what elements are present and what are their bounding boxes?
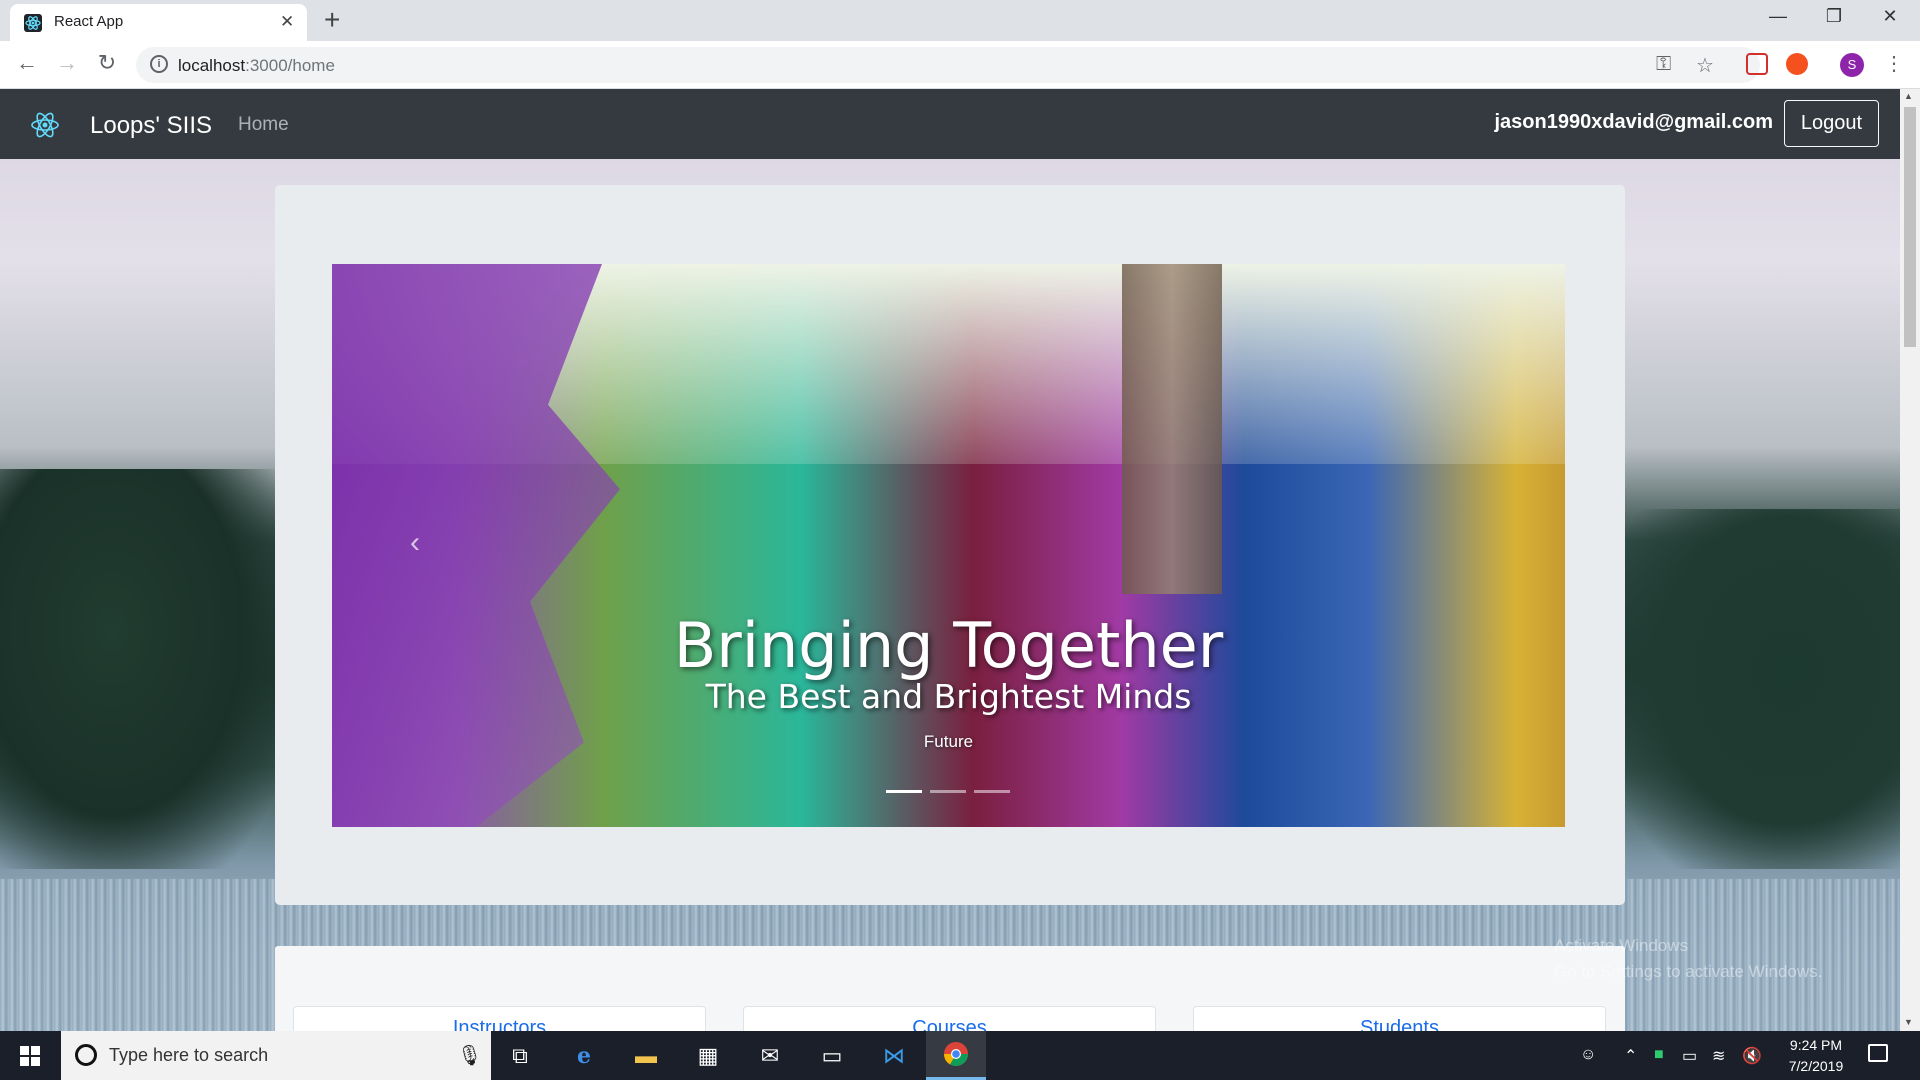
browser-toolbar: ← → ↻ i localhost:3000/home ⚿ ☆ S ⋮ xyxy=(0,41,1920,89)
logout-button[interactable]: Logout xyxy=(1784,100,1879,147)
edge-icon[interactable]: e xyxy=(568,1041,600,1071)
watermark-line-2: Go to Settings to activate Windows. xyxy=(1554,962,1823,981)
card-title: Students xyxy=(1360,1017,1439,1031)
clock-date: 7/2/2019 xyxy=(1788,1058,1844,1074)
carousel-indicator[interactable] xyxy=(974,790,1010,793)
carousel-caption-subtitle: The Best and Brightest Minds xyxy=(705,677,1192,716)
extension-icon[interactable] xyxy=(1786,53,1808,75)
card-instructors[interactable]: Instructors xyxy=(293,1006,706,1031)
user-email: jason1990xdavid@gmail.com xyxy=(1494,111,1773,133)
top-navbar: Loops' SIIS Home jason1990xdavid@gmail.c… xyxy=(0,89,1900,159)
restore-icon[interactable]: ❐ xyxy=(1814,6,1854,27)
people-icon[interactable]: ☺ xyxy=(1580,1046,1596,1064)
tab-close-icon[interactable]: ✕ xyxy=(280,12,294,32)
windows-start-icon[interactable] xyxy=(20,1046,40,1066)
carousel-caption-small: Future xyxy=(923,732,974,751)
nav-link-home[interactable]: Home xyxy=(238,114,289,136)
url-text[interactable]: localhost:3000/home xyxy=(178,56,335,76)
taskbar-search-placeholder: Type here to search xyxy=(109,1045,269,1065)
react-logo-icon[interactable] xyxy=(30,111,60,139)
grammarly-icon[interactable]: ■ xyxy=(1654,1046,1664,1064)
react-favicon-icon xyxy=(24,14,42,32)
address-bar[interactable]: i localhost:3000/home ⚿ ☆ xyxy=(136,47,1760,83)
volume-muted-icon[interactable]: 🔇 xyxy=(1742,1046,1762,1066)
brand-title[interactable]: Loops' SIIS xyxy=(90,112,212,140)
store-icon[interactable]: ▦ xyxy=(692,1041,724,1071)
menu-icon[interactable]: ⋮ xyxy=(1884,51,1904,76)
star-icon[interactable]: ☆ xyxy=(1696,53,1714,78)
carousel-prev-icon[interactable]: ‹ xyxy=(410,526,420,560)
new-tab-button[interactable]: + xyxy=(324,4,340,36)
activate-windows-watermark: Activate Windows Go to Settings to activ… xyxy=(1554,933,1822,985)
file-explorer-icon[interactable]: ▬ xyxy=(630,1041,662,1071)
key-icon[interactable]: ⚿ xyxy=(1656,53,1671,76)
background-forest-right xyxy=(1620,509,1900,869)
hero-jumbotron: ‹ Bringing Together The Best and Brighte… xyxy=(275,185,1625,905)
browser-tab-strip: React App ✕ + — ❐ ✕ xyxy=(0,0,1920,41)
carousel-indicator[interactable] xyxy=(930,790,966,793)
minimize-icon[interactable]: — xyxy=(1758,6,1798,27)
chrome-icon xyxy=(940,1041,972,1071)
windows-taskbar: Type here to search 🎙 ⧉ e ▬ ▦ ✉ ▭ ⋈ ☺ ⌃ … xyxy=(0,1031,1920,1080)
hero-carousel[interactable]: ‹ Bringing Together The Best and Brighte… xyxy=(332,264,1565,827)
battery-icon[interactable]: ▭ xyxy=(1682,1046,1697,1066)
profile-avatar[interactable]: S xyxy=(1840,53,1864,77)
task-view-icon[interactable]: ⧉ xyxy=(504,1041,536,1071)
reload-icon[interactable]: ↻ xyxy=(92,50,122,76)
action-center-icon[interactable] xyxy=(1868,1044,1888,1062)
page-viewport: Loops' SIIS Home jason1990xdavid@gmail.c… xyxy=(0,89,1900,1031)
scroll-thumb[interactable] xyxy=(1904,107,1916,347)
scroll-down-icon[interactable]: ▼ xyxy=(1904,1017,1913,1027)
background-forest-left xyxy=(0,469,280,869)
carousel-indicator[interactable] xyxy=(886,790,922,793)
terminal-icon[interactable]: ▭ xyxy=(816,1041,848,1071)
cortana-icon xyxy=(75,1044,97,1066)
card-students[interactable]: Students xyxy=(1193,1006,1606,1031)
forward-icon[interactable]: → xyxy=(52,50,82,76)
vscode-icon[interactable]: ⋈ xyxy=(878,1041,910,1071)
carousel-caption-title: Bringing Together xyxy=(673,609,1224,682)
card-courses[interactable]: Courses xyxy=(743,1006,1156,1031)
card-title: Instructors xyxy=(452,1017,547,1031)
back-icon[interactable]: ← xyxy=(12,50,42,76)
clock-time: 9:24 PM xyxy=(1789,1037,1843,1053)
tray-chevron-icon[interactable]: ⌃ xyxy=(1624,1046,1637,1066)
mail-icon[interactable]: ✉ xyxy=(754,1041,786,1071)
microphone-icon[interactable]: 🎙 xyxy=(457,1043,482,1068)
info-icon[interactable]: i xyxy=(150,55,168,73)
watermark-line-1: Activate Windows xyxy=(1554,936,1689,955)
page-scrollbar[interactable]: ▲ ▼ xyxy=(1900,89,1920,1031)
lower-section: Instructors Courses Students xyxy=(275,946,1625,1031)
card-title: Courses xyxy=(912,1017,987,1031)
url-host: localhost xyxy=(178,56,246,75)
taskbar-clock[interactable]: 9:24 PM 7/2/2019 xyxy=(1770,1035,1862,1077)
taskbar-search-box[interactable]: Type here to search 🎙 xyxy=(61,1031,491,1080)
pocket-icon[interactable] xyxy=(1746,53,1768,75)
wifi-icon[interactable]: ≋ xyxy=(1712,1046,1725,1066)
scroll-up-icon[interactable]: ▲ xyxy=(1904,91,1913,101)
browser-tab[interactable]: React App ✕ xyxy=(10,4,307,41)
close-window-icon[interactable]: ✕ xyxy=(1870,6,1910,27)
chrome-taskbar-active[interactable] xyxy=(926,1031,986,1080)
tab-title: React App xyxy=(54,13,124,30)
slide-image-tree xyxy=(1122,264,1222,594)
url-path: :3000/home xyxy=(245,56,335,75)
